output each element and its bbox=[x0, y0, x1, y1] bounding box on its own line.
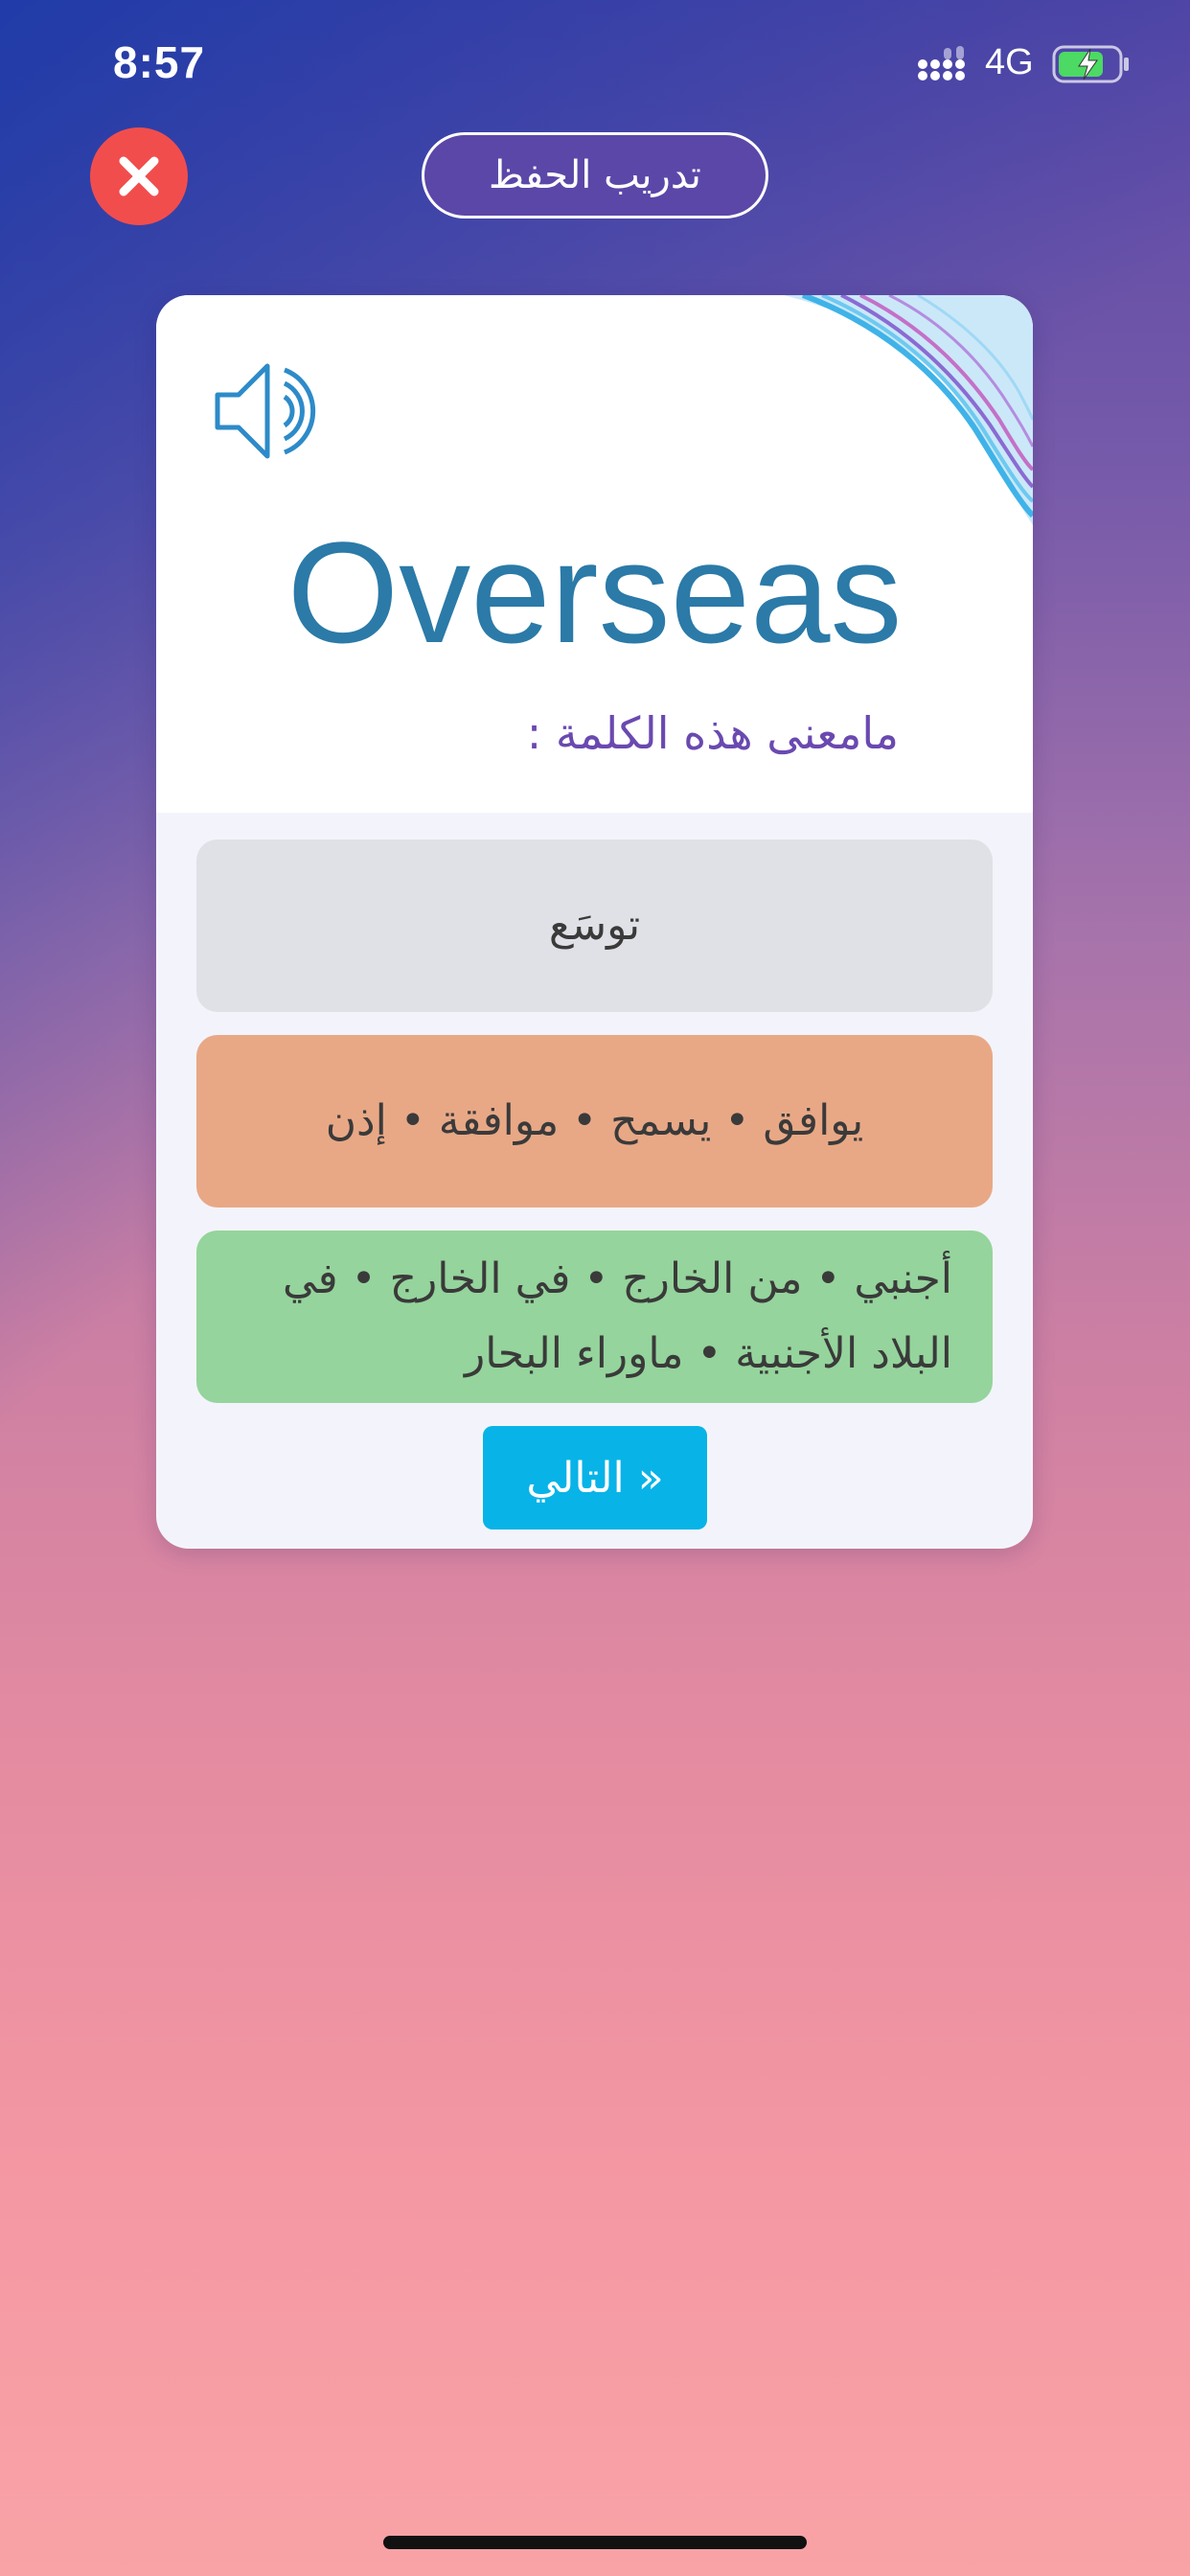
vocabulary-word: Overseas bbox=[286, 512, 903, 673]
close-button[interactable] bbox=[90, 127, 188, 225]
card-header: Overseas مامعنى هذه الكلمة : bbox=[156, 295, 1033, 813]
answer-option-label: توسَع bbox=[548, 901, 641, 950]
flashcard: Overseas مامعنى هذه الكلمة : توسَع يوافق… bbox=[156, 295, 1033, 1549]
answer-option-3[interactable]: أجنبي • من الخارج • في الخارج • في البلا… bbox=[196, 1230, 993, 1403]
answer-option-label: أجنبي • من الخارج • في الخارج • في البلا… bbox=[282, 1254, 952, 1378]
speaker-icon[interactable] bbox=[214, 358, 325, 464]
close-icon bbox=[119, 156, 159, 196]
network-type: 4G bbox=[985, 42, 1034, 82]
answer-option-label: يوافق • يسمح • موافقة • إذن bbox=[325, 1096, 864, 1145]
home-indicator[interactable] bbox=[383, 2536, 807, 2549]
status-time: 8:57 bbox=[113, 37, 206, 87]
next-button[interactable]: « التالي bbox=[483, 1426, 707, 1530]
wave-decoration bbox=[784, 295, 1033, 525]
question-text: مامعنى هذه الكلمة : bbox=[526, 707, 899, 759]
battery-icon bbox=[1052, 45, 1129, 83]
status-bar: 8:57 4G bbox=[0, 0, 1190, 125]
answer-option-2[interactable]: يوافق • يسمح • موافقة • إذن bbox=[196, 1035, 993, 1208]
signal-icon bbox=[918, 46, 965, 80]
answer-option-1[interactable]: توسَع bbox=[196, 840, 993, 1012]
page-title: تدريب الحفظ bbox=[422, 132, 768, 218]
